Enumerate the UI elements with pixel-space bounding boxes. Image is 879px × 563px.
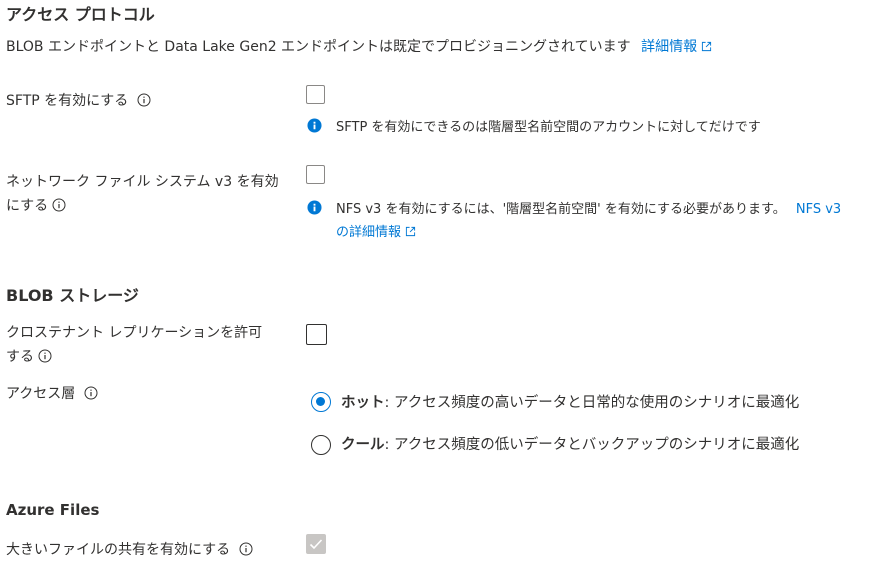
nfs-details-link[interactable]: の詳細情報 bbox=[336, 225, 416, 240]
cool-tier-radio[interactable] bbox=[311, 435, 331, 455]
cool-tier-desc: : アクセス頻度の低いデータとバックアップのシナリオに最適化 bbox=[384, 437, 800, 453]
info-icon[interactable] bbox=[84, 386, 98, 400]
nfs-info: NFS v3 を有効にするには、'階層型名前空間' を有効にする必要があります。… bbox=[336, 200, 876, 243]
nfs-info-text: NFS v3 を有効にするには、'階層型名前空間' を有効にする必要があります。 bbox=[336, 202, 786, 217]
hot-tier-option[interactable]: ホット: アクセス頻度の高いデータと日常的な使用のシナリオに最適化 bbox=[341, 391, 799, 415]
access-tier-label-row: アクセス層 bbox=[6, 382, 98, 406]
large-share-checkbox[interactable] bbox=[306, 534, 326, 554]
info-icon[interactable] bbox=[239, 542, 253, 556]
info-icon[interactable] bbox=[38, 349, 52, 363]
large-share-label-row: 大きいファイルの共有を有効にする bbox=[6, 538, 253, 562]
external-link-icon bbox=[405, 226, 416, 237]
details-link[interactable]: 詳細情報 bbox=[641, 39, 712, 55]
cross-tenant-label-line2: する bbox=[6, 349, 34, 365]
access-tier-label: アクセス層 bbox=[6, 386, 76, 402]
hot-tier-radio[interactable] bbox=[311, 392, 331, 412]
nfs-label: ネットワーク ファイル システム v3 を有効 にする bbox=[6, 170, 311, 218]
sftp-info-text: SFTP を有効にできるのは階層型名前空間のアカウントに対してだけです bbox=[336, 120, 761, 135]
external-link-icon bbox=[702, 41, 712, 52]
cross-tenant-checkbox[interactable] bbox=[306, 324, 327, 345]
access-protocol-description: BLOB エンドポイントと Data Lake Gen2 エンドポイントは既定で… bbox=[6, 35, 712, 59]
cool-tier-name: クール bbox=[341, 437, 385, 453]
cross-tenant-label-line2-row: する bbox=[6, 345, 306, 369]
azure-files-heading: Azure Files bbox=[6, 501, 100, 519]
sftp-checkbox[interactable] bbox=[306, 85, 325, 104]
access-protocol-heading: アクセス プロトコル bbox=[6, 5, 155, 24]
nfs-label-line2-row: にする bbox=[6, 194, 311, 218]
checkmark-icon bbox=[309, 539, 323, 550]
nfs-details-link-label: の詳細情報 bbox=[336, 225, 402, 240]
cross-tenant-label-line1: クロステナント レプリケーションを許可 bbox=[6, 325, 263, 341]
info-icon[interactable] bbox=[137, 93, 151, 107]
hot-tier-name: ホット bbox=[341, 395, 385, 411]
large-share-label: 大きいファイルの共有を有効にする bbox=[6, 542, 231, 558]
nfs-link-part1[interactable]: NFS v3 bbox=[796, 202, 841, 217]
sftp-label: SFTP を有効にする bbox=[6, 93, 129, 109]
info-filled-icon bbox=[307, 200, 322, 215]
nfs-label-line2: にする bbox=[6, 198, 49, 214]
cross-tenant-label: クロステナント レプリケーションを許可 する bbox=[6, 321, 306, 369]
nfs-info-line2: の詳細情報 bbox=[336, 223, 876, 243]
details-link-label: 詳細情報 bbox=[641, 39, 698, 55]
description-text: BLOB エンドポイントと Data Lake Gen2 エンドポイントは既定で… bbox=[6, 39, 631, 55]
nfs-info-line1: NFS v3 を有効にするには、'階層型名前空間' を有効にする必要があります。… bbox=[336, 200, 876, 220]
nfs-label-line1: ネットワーク ファイル システム v3 を有効 bbox=[6, 174, 279, 190]
nfs-checkbox[interactable] bbox=[306, 165, 325, 184]
cool-tier-option[interactable]: クール: アクセス頻度の低いデータとバックアップのシナリオに最適化 bbox=[341, 433, 799, 457]
sftp-label-row: SFTP を有効にする bbox=[6, 89, 151, 113]
info-icon[interactable] bbox=[52, 198, 66, 212]
blob-storage-heading: BLOB ストレージ bbox=[6, 286, 139, 305]
hot-tier-desc: : アクセス頻度の高いデータと日常的な使用のシナリオに最適化 bbox=[384, 395, 800, 411]
info-filled-icon bbox=[307, 118, 322, 133]
